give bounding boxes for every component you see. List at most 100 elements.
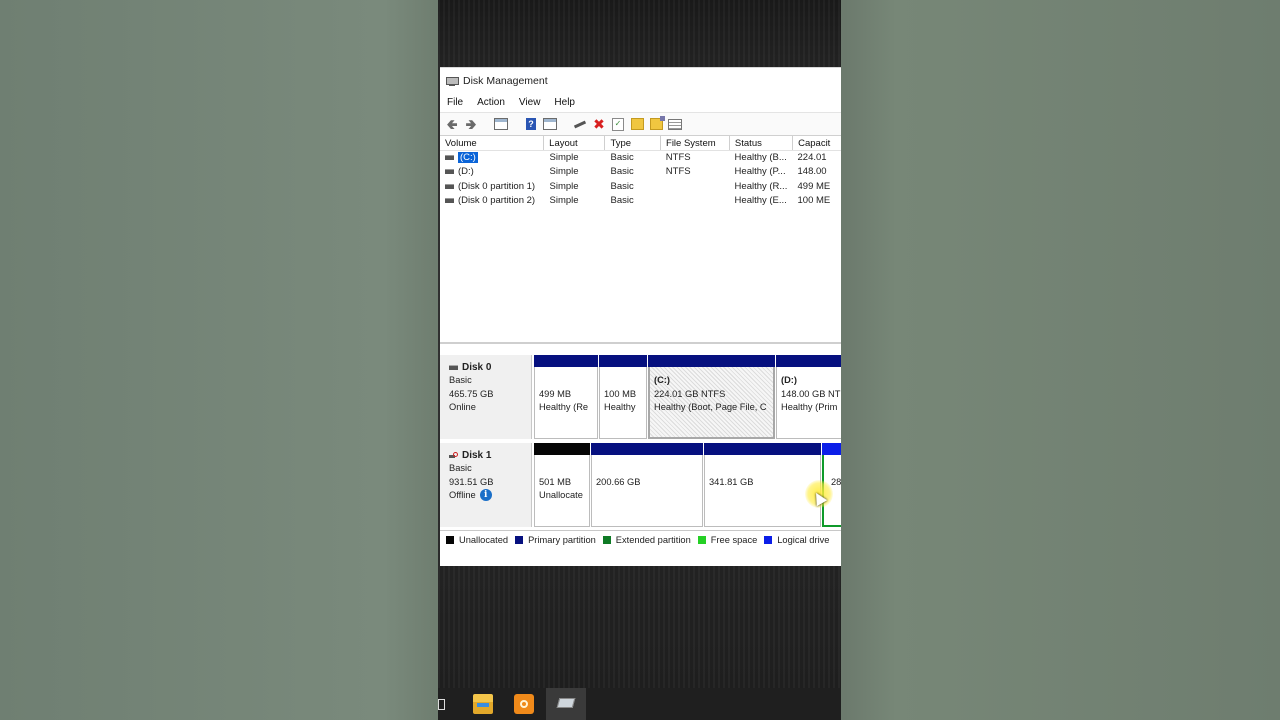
disk-0-info[interactable]: Disk 0 Basic 465.75 GB Online — [440, 355, 532, 439]
column-volume[interactable]: Volume — [440, 136, 545, 150]
folder-icon[interactable] — [629, 116, 645, 132]
capacity-cell: 499 ME — [797, 180, 831, 192]
table-row[interactable]: (Disk 0 partition 2) Simple Basic Health… — [440, 194, 841, 208]
console-tree-icon[interactable] — [493, 116, 509, 132]
legend-extended: Extended partition — [602, 534, 691, 545]
column-capacity[interactable]: Capacit — [793, 136, 841, 150]
status-cell: Healthy (B... — [734, 152, 787, 163]
fs-cell — [661, 180, 730, 194]
legend-label: Extended partition — [615, 534, 691, 545]
partition-size: 499 MB — [539, 388, 572, 399]
column-file-system[interactable]: File System — [661, 136, 730, 150]
legend-label: Primary partition — [528, 534, 596, 545]
column-type[interactable]: Type — [605, 136, 662, 150]
check-icon[interactable]: ✓ — [610, 116, 626, 132]
type-cell: Basic — [610, 152, 634, 163]
partition-status: Unallocate — [539, 490, 583, 500]
capacity-cell: 148.00 — [797, 166, 827, 178]
help-icon[interactable]: ? — [523, 116, 539, 132]
disk-0-partition-c[interactable]: (C:) 224.01 GB NTFS Healthy (Boot, Page Fi… — [648, 355, 775, 439]
legend-label: Free space — [710, 534, 758, 545]
fs-cell: NTFS — [665, 166, 691, 178]
partition-status: Healthy (Prim — [781, 402, 838, 412]
disk-0-size: 465.75 GB — [449, 388, 494, 399]
legend-unallocated: Unallocated — [446, 535, 508, 545]
disk-1-info[interactable]: Disk 1 Basic 931.51 GB Offline i — [440, 443, 532, 527]
status-cell: Healthy (P... — [734, 166, 786, 178]
volume-icon — [445, 169, 454, 175]
partition-size: 501 MB — [539, 476, 572, 487]
capacity-cell: 224.01 — [797, 152, 827, 163]
partition-size: 341.81 GB — [709, 476, 754, 487]
disk-0-partition-2[interactable]: 100 MB Healthy — [599, 355, 647, 439]
layout-cell: Simple — [549, 166, 579, 178]
list-icon[interactable] — [667, 116, 683, 132]
volume-name: (D:) — [458, 166, 474, 178]
menu-file[interactable]: File — [447, 97, 463, 108]
window-title: Disk Management — [463, 74, 548, 87]
file-explorer-icon[interactable] — [473, 694, 493, 714]
partition-size: 224.01 GB NTFS — [654, 388, 726, 399]
back-arrow-icon[interactable]: 🢀 — [444, 116, 460, 132]
partition-size: 28 — [831, 476, 841, 487]
fs-cell — [661, 194, 730, 208]
disk-0-partition-d[interactable]: (D:) 148.00 GB NT Healthy (Prim — [776, 355, 841, 439]
partition-size: 200.66 GB — [596, 476, 641, 487]
disk-management-taskbar-icon[interactable] — [546, 688, 586, 720]
column-status[interactable]: Status — [730, 136, 794, 150]
table-row[interactable]: (C:) Simple Basic NTFS Healthy (B... 224… — [440, 151, 841, 165]
phone-screen: Disk Management File Action View Help 🢀 … — [438, 0, 841, 720]
connect-icon[interactable] — [572, 116, 588, 132]
legend-swatch — [602, 535, 611, 544]
type-cell: Basic — [610, 194, 634, 206]
disk-1-row: Disk 1 Basic 931.51 GB Offline i 501 MB Un… — [440, 443, 841, 529]
column-layout[interactable]: Layout — [544, 136, 606, 150]
type-cell: Basic — [610, 166, 634, 178]
properties-icon[interactable] — [542, 116, 558, 132]
disk-1-state: Offline — [449, 489, 476, 500]
legend-swatch — [515, 535, 524, 544]
disk-1-unallocated[interactable]: 501 MB Unallocate — [534, 443, 590, 527]
volume-name: (C:) — [458, 152, 478, 163]
volume-icon — [445, 183, 454, 189]
partition-size: 100 MB — [604, 388, 637, 399]
legend-swatch — [697, 535, 706, 544]
disk-0-partition-1[interactable]: 499 MB Healthy (Re — [534, 355, 598, 439]
title-bar: Disk Management — [440, 68, 841, 93]
disk-0-type: Basic — [449, 375, 472, 386]
disk-1-size: 931.51 GB — [449, 476, 494, 487]
disk-management-icon — [446, 76, 459, 86]
table-row[interactable]: (Disk 0 partition 1) Simple Basic Health… — [440, 180, 841, 194]
taskbar — [438, 688, 841, 720]
disk-management-window: Disk Management File Action View Help 🢀 … — [440, 67, 841, 566]
legend-logical: Logical drive — [764, 535, 829, 545]
partition-status: Healthy (Re — [539, 402, 589, 412]
info-icon[interactable]: i — [479, 489, 492, 502]
disk-1-type: Basic — [449, 463, 472, 474]
disk-1-partition-2[interactable]: 341.81 GB — [704, 443, 821, 527]
menu-action[interactable]: Action — [477, 97, 505, 108]
capacity-cell: 100 ME — [797, 194, 831, 206]
delete-icon[interactable]: ✖ — [591, 116, 607, 132]
layout-cell: Simple — [549, 194, 579, 206]
disk-1-partition-1[interactable]: 200.66 GB — [591, 443, 703, 527]
table-row[interactable]: (D:) Simple Basic NTFS Healthy (P... 148… — [440, 165, 841, 179]
disk-0-row: Disk 0 Basic 465.75 GB Online 499 MB Heal… — [440, 355, 841, 441]
volume-icon — [445, 197, 454, 203]
task-view-icon[interactable] — [438, 694, 448, 714]
forward-arrow-icon[interactable]: 🢂 — [463, 116, 479, 132]
disk-0-name: Disk 0 — [462, 362, 492, 373]
partition-letter: (C:) — [654, 375, 671, 385]
folder-open-icon[interactable] — [648, 116, 665, 132]
volume-icon — [445, 154, 454, 160]
menu-view[interactable]: View — [519, 97, 541, 108]
layout-cell: Simple — [549, 152, 579, 163]
volume-list[interactable]: Volume Layout Type File System Status Ca… — [440, 136, 841, 344]
legend-swatch — [764, 535, 773, 544]
disk-1-name: Disk 1 — [462, 450, 492, 461]
menu-bar: File Action View Help — [440, 93, 841, 112]
app-icon[interactable] — [514, 694, 534, 714]
menu-help[interactable]: Help — [554, 97, 575, 108]
disk-icon — [449, 365, 458, 371]
legend: Unallocated Primary partition Extended p… — [440, 530, 841, 548]
